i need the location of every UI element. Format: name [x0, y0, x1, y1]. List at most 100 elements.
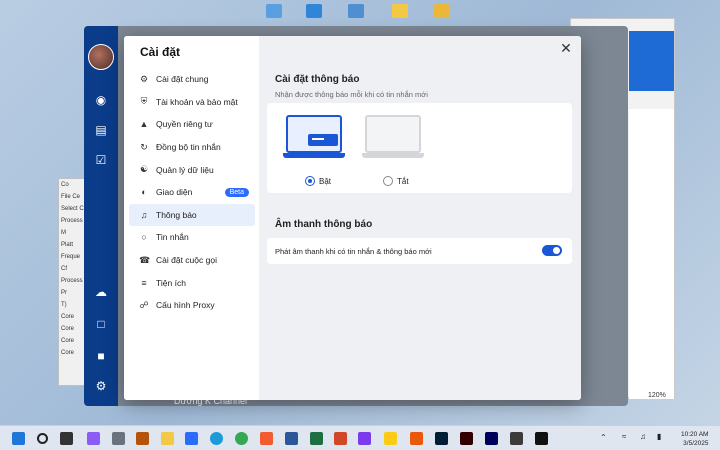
notification-on-radio[interactable]: Bật: [305, 176, 331, 186]
left-window-row: Core: [61, 338, 75, 344]
gear-icon: ⚙: [139, 73, 149, 84]
left-window-row: Core: [61, 350, 75, 356]
settings-menu: ⚙ Cài đặt chung ⛨ Tài khoản và bảo mật ▲ Qu…: [129, 68, 255, 317]
menu-item-privacy[interactable]: ▲ Quyền riêng tư: [129, 113, 255, 136]
briefcase-icon[interactable]: ■: [93, 348, 109, 364]
recycle-bin-icon[interactable]: [266, 4, 282, 18]
menu-item-label: Tài khoản và bảo mật: [156, 96, 238, 107]
folder-icon[interactable]: [392, 4, 408, 18]
laptop-base: [362, 153, 424, 158]
menu-item-messages[interactable]: ○ Tin nhắn: [129, 226, 255, 249]
app-icon[interactable]: [410, 432, 423, 445]
taskbar-clock[interactable]: 10:20 AM 3/5/2025: [681, 430, 708, 448]
clock-time: 10:20 AM: [681, 431, 709, 438]
volume-icon[interactable]: ♫: [640, 432, 646, 441]
powerpoint-icon[interactable]: [334, 432, 347, 445]
menu-item-appearance[interactable]: ◐ Giao diện Beta: [129, 181, 255, 204]
illustrator-icon[interactable]: [460, 432, 473, 445]
start-icon[interactable]: [12, 432, 25, 445]
sync-icon: ↻: [140, 141, 148, 152]
menu-item-account-security[interactable]: ⛨ Tài khoản và bảo mật: [129, 91, 255, 114]
contacts-icon[interactable]: ▤: [93, 122, 109, 138]
menu-item-general[interactable]: ⚙ Cài đặt chung: [129, 68, 255, 91]
monitor-icon[interactable]: [306, 4, 322, 18]
folder-icon[interactable]: [434, 4, 450, 18]
sliders-icon: ≡: [141, 277, 147, 288]
avatar[interactable]: [88, 44, 114, 70]
settings-content: ✕ Cài đặt thông báo Nhận được thông báo …: [259, 36, 581, 400]
close-button[interactable]: ✕: [559, 41, 573, 55]
lock-icon: ▲: [139, 119, 149, 130]
brave-icon[interactable]: [260, 432, 273, 445]
menu-item-label: Cài đặt chung: [156, 74, 209, 85]
word-icon[interactable]: [285, 432, 298, 445]
search-icon[interactable]: [37, 433, 48, 444]
battery-icon[interactable]: ▮: [657, 432, 661, 441]
excel-icon[interactable]: [310, 432, 323, 445]
notification-popup: [308, 134, 338, 146]
radio-button[interactable]: [383, 176, 393, 186]
radio-label-on: Bật: [319, 176, 332, 186]
menu-item-proxy[interactable]: ☍ Cấu hình Proxy: [129, 294, 255, 317]
cloud-icon[interactable]: ☁: [93, 284, 109, 300]
davinci-icon[interactable]: [510, 432, 523, 445]
left-window-row: Co: [61, 182, 69, 188]
notification-options-card: Bật Tắt: [267, 103, 572, 193]
photoshop-icon[interactable]: [435, 432, 448, 445]
radio-button-selected[interactable]: [305, 176, 315, 186]
chrome-icon[interactable]: [235, 432, 248, 445]
zoom-level: 120%: [648, 392, 666, 399]
left-window-row: Process: [61, 278, 83, 284]
menu-item-calls[interactable]: ☎ Cài đặt cuộc gọi: [129, 249, 255, 272]
todo-icon[interactable]: ☑: [93, 152, 109, 168]
notification-on-illustration[interactable]: [283, 115, 345, 161]
taskbar: ⌃ ≈ ♫ ▮ 10:20 AM 3/5/2025: [0, 425, 720, 450]
menu-item-label: Giao diện: [156, 187, 193, 198]
menu-item-label: Quản lý dữ liệu: [156, 164, 214, 175]
menu-item-notifications[interactable]: ♫ Thông báo: [129, 203, 255, 227]
control-panel-icon[interactable]: [348, 4, 364, 18]
app-icon[interactable]: [358, 432, 371, 445]
sound-settings-card: Phát âm thanh khi có tin nhắn & thông bá…: [267, 238, 572, 264]
left-window-row: Cf: [61, 266, 67, 272]
menu-item-data[interactable]: ☯ Quản lý dữ liệu: [129, 158, 255, 181]
app-icon[interactable]: [384, 432, 397, 445]
menu-item-label: Đồng bộ tin nhắn: [156, 142, 221, 153]
file-explorer-icon[interactable]: [161, 432, 174, 445]
menu-item-label: Thông báo: [156, 209, 197, 220]
screenshot-icon[interactable]: □: [93, 316, 109, 332]
radio-label-off: Tắt: [397, 176, 409, 186]
chevron-up-icon[interactable]: ⌃: [600, 433, 607, 442]
premiere-icon[interactable]: [485, 432, 498, 445]
app-icon[interactable]: [112, 432, 125, 445]
left-window-row: Select C: [61, 206, 84, 212]
capcut-icon[interactable]: [535, 432, 548, 445]
task-view-icon[interactable]: [60, 432, 73, 445]
menu-item-label: Quyền riêng tư: [156, 119, 213, 130]
left-window-row: Freque: [61, 254, 81, 260]
palette-icon: ◐: [141, 187, 147, 198]
notification-off-illustration[interactable]: [362, 115, 424, 161]
edge-icon[interactable]: [210, 432, 223, 445]
chat-icon[interactable]: ◉: [93, 92, 109, 108]
notification-settings-subtitle: Nhận được thông báo mỗi khi có tin nhắn …: [275, 90, 428, 99]
menu-item-label: Cấu hình Proxy: [156, 300, 215, 311]
menu-item-utilities[interactable]: ≡ Tiện ích: [129, 271, 255, 294]
left-window-row: Platt: [61, 242, 74, 248]
clock-date: 3/5/2025: [683, 440, 709, 447]
settings-dialog: Cài đặt ⚙ Cài đặt chung ⛨ Tài khoản và bảo…: [124, 36, 581, 400]
phone-icon: ☎: [139, 254, 151, 265]
bell-icon: ♫: [140, 209, 148, 220]
notification-off-radio[interactable]: Tắt: [383, 176, 409, 186]
wifi-icon[interactable]: ≈: [622, 432, 626, 441]
settings-gear-icon[interactable]: ⚙: [93, 378, 109, 394]
copilot-icon[interactable]: [87, 432, 100, 445]
app-icon[interactable]: [136, 432, 149, 445]
menu-item-sync[interactable]: ↻ Đồng bộ tin nhắn: [129, 136, 255, 159]
menu-item-label: Tin nhắn: [156, 232, 189, 243]
sound-settings-title: Âm thanh thông báo: [275, 219, 373, 230]
sound-toggle[interactable]: [542, 245, 562, 256]
close-icon: ✕: [560, 40, 572, 56]
settings-sidebar: Cài đặt ⚙ Cài đặt chung ⛨ Tài khoản và bảo…: [124, 36, 259, 400]
zalo-icon[interactable]: [185, 432, 198, 445]
